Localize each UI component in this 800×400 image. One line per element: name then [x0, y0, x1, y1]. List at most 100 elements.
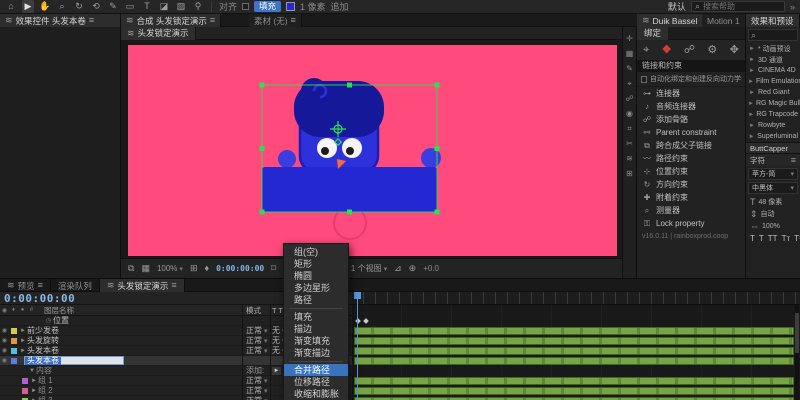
- menu-item-fill[interactable]: 填充: [284, 311, 348, 323]
- duik-add-bones-button[interactable]: ☍ 添加骨骼: [637, 113, 745, 126]
- menu-item-stroke[interactable]: 描边: [284, 323, 348, 335]
- tab-composition[interactable]: ≋ 合成 头发锁定演示 ≡: [121, 14, 222, 27]
- snap-checkbox[interactable]: [242, 3, 250, 10]
- font-size-field[interactable]: T 48 像素: [746, 196, 800, 208]
- selection-tool-icon[interactable]: ▶: [22, 0, 34, 13]
- layer-name-column-header[interactable]: 图层名称: [44, 305, 74, 316]
- eye-icon[interactable]: ◉: [0, 357, 9, 364]
- orbit-tool-icon[interactable]: ↻: [73, 0, 85, 13]
- effects-category-3d-channel[interactable]: ► 3D 通道: [746, 54, 800, 65]
- panel-menu-icon[interactable]: ≡: [171, 281, 176, 290]
- breadcrumb[interactable]: ≋ 头发锁定演示: [121, 26, 196, 40]
- tab-motion[interactable]: Motion 1: [702, 14, 746, 27]
- font-family-select[interactable]: 苹方-简 ▾: [748, 168, 798, 180]
- help-search-input[interactable]: [702, 2, 781, 11]
- duik-lock-property-button[interactable]: ⚿ Lock property: [637, 217, 745, 230]
- layer-color-chip[interactable]: [11, 347, 17, 354]
- effects-category-superluminal[interactable]: ► Superluminal: [746, 131, 800, 142]
- tab-duik[interactable]: ≋ Duik Bassel: [637, 14, 704, 27]
- layer-duration-bar[interactable]: [354, 327, 794, 335]
- solo-column-icon[interactable]: ●: [18, 307, 27, 313]
- grid-guides-icon[interactable]: ⊞: [190, 264, 198, 273]
- effects-category-cinema4d[interactable]: ► CINEMA 4D: [746, 65, 800, 76]
- type-tool-icon[interactable]: T: [141, 0, 153, 13]
- eye-icon[interactable]: ◉: [0, 337, 9, 344]
- duik-rigging-tab[interactable]: 绑定: [637, 27, 669, 40]
- panel-menu-icon[interactable]: ≡: [291, 16, 296, 25]
- resolution-icon[interactable]: ⊕: [409, 264, 417, 273]
- video-column-icon[interactable]: ◉: [0, 307, 9, 314]
- autorig-checkbox[interactable]: [641, 75, 647, 83]
- twirl-icon[interactable]: ►: [19, 328, 27, 334]
- duik-autorig-icon[interactable]: ❖: [662, 44, 672, 56]
- leading-field[interactable]: ⇕ 自动: [746, 208, 800, 220]
- duik-structures-icon[interactable]: ⌖: [643, 44, 649, 56]
- layer-color-chip[interactable]: [11, 327, 17, 334]
- stopwatch-icon[interactable]: ◷: [44, 317, 53, 324]
- faux-italic-toggle[interactable]: T: [759, 234, 764, 243]
- menu-item-path[interactable]: 路径: [284, 294, 348, 306]
- duik-cross-comp-parent-button[interactable]: ⧉ 跨合成父子链接: [637, 139, 745, 152]
- append-button[interactable]: 追加: [331, 0, 349, 13]
- tab-preview[interactable]: ≋ 预览 ≡: [0, 279, 51, 292]
- faux-bold-toggle[interactable]: T: [750, 234, 755, 243]
- snapshot-camera-icon[interactable]: ⌑: [271, 264, 276, 273]
- hand-tool-icon[interactable]: ✋: [39, 0, 51, 13]
- duik-path-constraint-button[interactable]: 〰路径约束: [637, 152, 745, 165]
- exposure-value[interactable]: +0.0: [423, 264, 439, 273]
- fill-button[interactable]: 填充: [254, 1, 282, 12]
- blend-mode-select[interactable]: 正常▾: [246, 395, 268, 400]
- mode-column-header[interactable]: 模式: [246, 305, 261, 316]
- mask-visibility-icon[interactable]: ♦: [204, 264, 209, 273]
- add-shape-button[interactable]: ►: [272, 366, 281, 375]
- effects-search-box[interactable]: ⌕: [748, 29, 798, 41]
- effects-category-red-giant[interactable]: ► Red Giant: [746, 87, 800, 98]
- effects-category-rowbyte[interactable]: ► Rowbyte: [746, 120, 800, 131]
- tab-render-queue[interactable]: 渲染队列: [51, 279, 100, 292]
- panel-menu-icon[interactable]: ≡: [791, 155, 796, 165]
- tab-effect-controls[interactable]: ≋ 效果控件 头发本卷 ≡: [0, 14, 121, 27]
- character-artwork[interactable]: [128, 45, 617, 256]
- playhead-line[interactable]: [357, 292, 358, 400]
- add-icon[interactable]: ✛: [626, 35, 633, 43]
- superscript-toggle[interactable]: T¹: [794, 234, 800, 243]
- buttcapper-tab[interactable]: ButtCapper: [746, 142, 800, 154]
- duik-measure-button[interactable]: ⌕ 测量器: [637, 204, 745, 217]
- duik-orientation-constraint-button[interactable]: ↻ 方向约束: [637, 178, 745, 191]
- twirl-icon[interactable]: ►: [19, 348, 27, 354]
- puppet-tool-icon[interactable]: ⚲: [192, 0, 204, 13]
- stamp-tool-icon[interactable]: ▨: [175, 0, 187, 13]
- menu-item-polystar[interactable]: 多边星形: [284, 282, 348, 294]
- window-icon[interactable]: ⊞: [626, 170, 633, 178]
- workspace-switcher[interactable]: 默认: [668, 0, 686, 13]
- target-icon[interactable]: ⌖: [627, 80, 632, 88]
- font-style-select[interactable]: 中黑体 ▾: [748, 182, 798, 194]
- all-caps-toggle[interactable]: TT: [768, 234, 778, 243]
- shape-tool-icon[interactable]: ▭: [124, 0, 136, 13]
- panel-menu-icon[interactable]: ≡: [89, 16, 94, 25]
- duik-attachment-constraint-button[interactable]: ✚ 附着约束: [637, 191, 745, 204]
- home-icon[interactable]: ⌂: [5, 0, 17, 13]
- menu-item-gradient-stroke[interactable]: 渐变描边: [284, 347, 348, 359]
- fill-color-swatch[interactable]: [286, 2, 296, 11]
- scrollbar-thumb[interactable]: [795, 313, 799, 353]
- twirl-icon[interactable]: ▼: [28, 368, 36, 374]
- scissors-icon[interactable]: ✂: [626, 140, 633, 148]
- viewer-timecode[interactable]: 0:00:00:00: [216, 264, 264, 273]
- time-ruler[interactable]: [352, 292, 800, 305]
- blend-mode-select[interactable]: 正常▾: [246, 345, 268, 356]
- zoom-tool-icon[interactable]: ⌕: [56, 0, 68, 13]
- duik-settings-icon[interactable]: ⚙: [707, 44, 717, 56]
- layer-color-chip[interactable]: [11, 357, 17, 364]
- menu-item-merge-paths[interactable]: 合并路径: [284, 364, 348, 376]
- layer-duration-bar[interactable]: [354, 357, 794, 365]
- duik-position-constraint-button[interactable]: ⊹ 位置约束: [637, 165, 745, 178]
- duik-audio-connector-button[interactable]: ♪ 音频连接器: [637, 100, 745, 113]
- tab-timeline-comp[interactable]: ≋ 头发锁定演示 ≡: [99, 279, 185, 292]
- menu-item-gradient-fill[interactable]: 渐变填充: [284, 335, 348, 347]
- keyframe-icon[interactable]: [363, 318, 369, 324]
- layer-duration-bar[interactable]: [354, 387, 794, 395]
- column-divider[interactable]: [242, 305, 243, 400]
- transparency-grid-icon[interactable]: ▦: [141, 264, 150, 273]
- stroke-width-value[interactable]: 1 像素: [300, 0, 326, 13]
